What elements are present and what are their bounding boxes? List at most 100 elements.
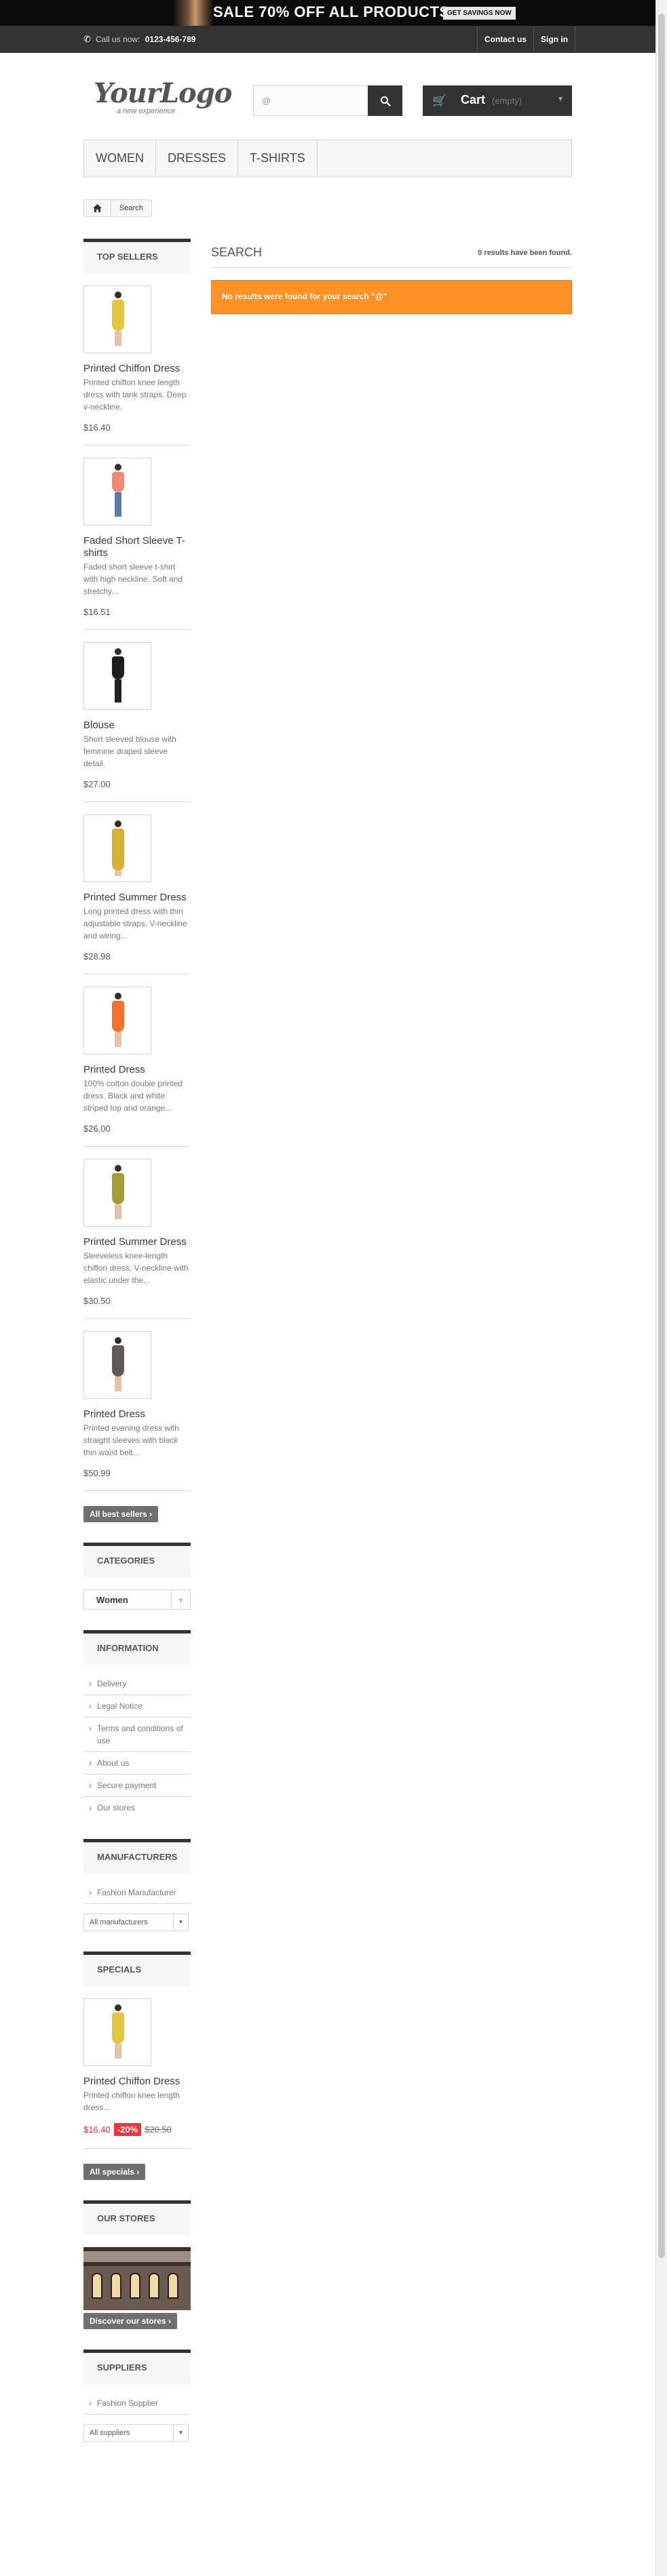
results-count: 0 results have been found.	[478, 248, 572, 257]
info-link-about-us[interactable]: About us	[83, 1752, 191, 1775]
manufacturers-select[interactable]: All manufacturers ▼	[83, 1914, 189, 1931]
page-title: Search	[211, 245, 263, 259]
discover-stores-label: Discover our stores	[90, 2316, 166, 2326]
cart-button[interactable]: 🛒 Cart (empty) ▼	[423, 85, 572, 116]
product-name[interactable]: Printed Summer Dress	[83, 892, 191, 904]
product-price: $16.40	[83, 422, 111, 433]
product-image[interactable]	[83, 458, 151, 526]
banner-text: SALE 70% OFF ALL PRODUCTS	[213, 3, 450, 20]
product-name[interactable]: Printed Summer Dress	[83, 1236, 191, 1248]
main-menu: Women Dresses T-shirts	[83, 140, 572, 178]
logo-tagline: a new experience	[117, 107, 176, 115]
supplier-link[interactable]: Fashion Supplier	[83, 2392, 191, 2414]
list-item: Printed Summer Dress Long printed dress …	[83, 802, 191, 974]
category-item-women[interactable]: Women +	[83, 1589, 191, 1610]
all-specials-label: All specials	[90, 2167, 135, 2177]
banner-cta-button[interactable]: GET SAVINGS NOW	[443, 7, 516, 20]
contact-us-link[interactable]: Contact us	[476, 26, 533, 53]
cart-status: (empty)	[492, 96, 522, 106]
product-price: $50.99	[83, 1468, 111, 1478]
specials-title: Specials	[83, 1951, 191, 1986]
stores-block: Our stores Discover our stores ›	[83, 2200, 191, 2329]
suppliers-block: Suppliers Fashion Supplier All suppliers…	[83, 2350, 191, 2442]
page-heading: Search 0 results have been found.	[211, 239, 572, 268]
promo-banner[interactable]: SALE 70% OFF ALL PRODUCTS GET SAVINGS NO…	[0, 0, 667, 26]
logo[interactable]: YourLogo a new experience	[94, 77, 232, 121]
product-description: Faded short sleeve t-shirt with high nec…	[83, 562, 183, 596]
manufacturers-select-value: All manufacturers	[90, 1918, 148, 1926]
all-best-sellers-button[interactable]: All best sellers ›	[83, 1506, 159, 1522]
top-nav-bar: ✆ Call us now: 0123-456-789 Contact us Si…	[0, 26, 667, 53]
no-results-alert: No results were found for your search "@…	[211, 280, 572, 314]
categories-title: Categories	[83, 1543, 191, 1577]
list-item: Blouse Short sleeved blouse with feminin…	[83, 630, 191, 802]
product-description: Sleeveless knee-length chiffon dress. V-…	[83, 1251, 189, 1285]
phone-info: ✆ Call us now: 0123-456-789	[83, 26, 195, 53]
product-description: Printed chiffon knee length dress...	[83, 2090, 180, 2112]
product-description: Printed chiffon knee length dress with t…	[83, 378, 187, 412]
cart-icon: 🛒	[432, 94, 447, 107]
manufacturers-title: Manufacturers	[83, 1839, 191, 1874]
scrollbar-thumb[interactable]	[658, 14, 665, 2258]
info-link-our-stores[interactable]: Our stores	[83, 1797, 191, 1819]
product-price: $16.51	[83, 607, 111, 617]
chevron-down-icon: ▼	[557, 96, 564, 103]
left-column: Top sellers Printed Chiffon Dress Printe…	[83, 239, 191, 2442]
product-name[interactable]: Printed Chiffon Dress	[83, 2076, 191, 2088]
category-label: Women	[96, 1594, 128, 1605]
list-item: Printed Chiffon Dress Printed chiffon kn…	[83, 273, 191, 445]
product-image[interactable]	[83, 814, 151, 882]
product-image[interactable]	[83, 642, 151, 710]
breadcrumb: Search	[83, 199, 152, 217]
specials-block: Specials Printed Chiffon Dress Printed c…	[83, 1951, 191, 2180]
information-title: Information	[83, 1630, 191, 1665]
manufacturer-link[interactable]: Fashion Manufacturer	[83, 1882, 191, 1903]
store-image[interactable]	[83, 2247, 191, 2310]
plus-icon[interactable]: +	[171, 1590, 190, 1609]
search-button[interactable]	[368, 85, 402, 116]
info-link-secure-payment[interactable]: Secure payment	[83, 1775, 191, 1797]
all-best-sellers-label: All best sellers	[90, 1509, 147, 1519]
menu-item-dresses[interactable]: Dresses	[156, 140, 239, 176]
special-price: $16.40	[83, 2124, 111, 2135]
information-links: Delivery Legal Notice Terms and conditio…	[83, 1673, 191, 1819]
product-name[interactable]: Printed Chiffon Dress	[83, 363, 191, 375]
product-image[interactable]	[83, 285, 151, 353]
product-image[interactable]	[83, 1331, 151, 1399]
menu-item-women[interactable]: Women	[84, 140, 156, 176]
product-image[interactable]	[83, 1159, 151, 1227]
product-name[interactable]: Blouse	[83, 719, 191, 732]
breadcrumb-current: Search	[119, 204, 143, 212]
product-description: 100% cotton double printed dress. Black …	[83, 1079, 183, 1113]
list-item: Printed Summer Dress Sleeveless knee-len…	[83, 1147, 191, 1319]
product-image[interactable]	[83, 1998, 151, 2066]
scrollbar[interactable]	[655, 0, 667, 2576]
product-name[interactable]: Printed Dress	[83, 1064, 191, 1076]
discover-stores-button[interactable]: Discover our stores ›	[83, 2313, 178, 2329]
suppliers-select[interactable]: All suppliers ▼	[83, 2424, 189, 2442]
sign-in-link[interactable]: Sign in	[533, 26, 575, 53]
product-price: $30.50	[83, 1296, 111, 1306]
info-link-terms[interactable]: Terms and conditions of use	[83, 1718, 191, 1752]
stores-title: Our stores	[83, 2200, 191, 2235]
search-input[interactable]	[254, 86, 368, 115]
product-name[interactable]: Faded Short Sleeve T-shirts	[83, 535, 191, 559]
categories-block: Categories Women +	[83, 1543, 191, 1610]
product-image[interactable]	[83, 987, 151, 1054]
old-price: $20.50	[145, 2124, 172, 2135]
special-product: Printed Chiffon Dress Printed chiffon kn…	[83, 1986, 191, 2149]
info-link-delivery[interactable]: Delivery	[83, 1673, 191, 1695]
product-description: Long printed dress with thin adjustable …	[83, 907, 187, 940]
all-specials-button[interactable]: All specials ›	[83, 2164, 146, 2180]
menu-item-tshirts[interactable]: T-shirts	[238, 140, 318, 176]
logo-text: YourLogo	[94, 77, 232, 109]
home-icon[interactable]	[84, 200, 111, 216]
supplier-links: Fashion Supplier	[83, 2392, 191, 2415]
list-item: Printed Dress Printed evening dress with…	[83, 1319, 191, 1491]
phone-number: 0123-456-789	[145, 35, 196, 44]
product-name[interactable]: Printed Dress	[83, 1408, 191, 1421]
product-description: Printed evening dress with straight slee…	[83, 1423, 179, 1457]
banner-model-image	[173, 0, 214, 26]
top-sellers-title: Top sellers	[83, 239, 191, 273]
info-link-legal-notice[interactable]: Legal Notice	[83, 1695, 191, 1718]
